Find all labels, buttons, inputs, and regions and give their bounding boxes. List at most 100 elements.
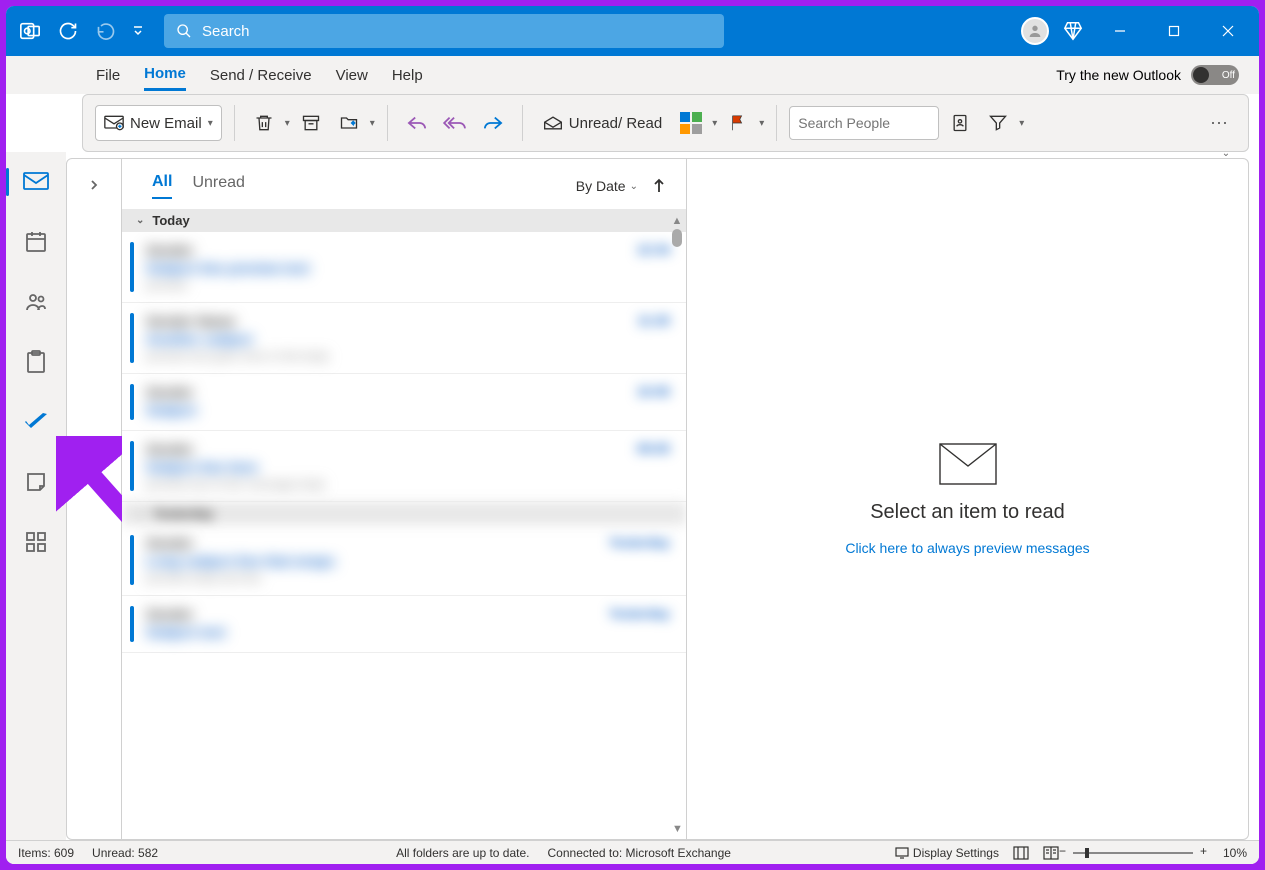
move-to-folder-icon xyxy=(339,113,359,133)
toggle-off-label: Off xyxy=(1222,70,1235,81)
sync-button[interactable] xyxy=(52,15,84,47)
address-book-icon xyxy=(950,113,970,133)
flag-dropdown[interactable]: ▾ xyxy=(759,118,764,129)
date-group-label: Today xyxy=(152,213,189,228)
menu-send-receive[interactable]: Send / Receive xyxy=(210,61,312,90)
date-group-today[interactable]: ⌄ Today xyxy=(122,209,686,232)
forward-icon xyxy=(482,114,504,132)
maximize-button[interactable] xyxy=(1151,8,1197,54)
tab-unread[interactable]: Unread xyxy=(192,174,244,198)
note-icon xyxy=(25,471,47,493)
premium-icon[interactable] xyxy=(1057,15,1089,47)
tab-all[interactable]: All xyxy=(152,173,172,199)
display-icon xyxy=(895,847,909,859)
flag-button[interactable] xyxy=(721,106,755,140)
user-avatar[interactable] xyxy=(1021,17,1049,45)
mail-item[interactable]: SenderSubject text Yesterday xyxy=(122,596,686,653)
always-preview-link[interactable]: Click here to always preview messages xyxy=(845,540,1089,556)
menu-home[interactable]: Home xyxy=(144,59,186,91)
move-button[interactable] xyxy=(332,106,366,140)
navigation-rail xyxy=(6,152,66,840)
reading-pane-empty-title: Select an item to read xyxy=(870,501,1065,524)
menu-view[interactable]: View xyxy=(336,61,368,90)
trash-icon xyxy=(254,113,274,133)
address-book-button[interactable] xyxy=(943,106,977,140)
envelope-open-icon xyxy=(543,115,563,131)
empty-envelope-icon xyxy=(939,443,997,485)
view-normal-button[interactable] xyxy=(1013,846,1029,860)
forward-button[interactable] xyxy=(476,106,510,140)
scroll-thumb[interactable] xyxy=(672,229,682,247)
mail-list-scrollbar[interactable]: ▲ ▼ xyxy=(670,215,684,835)
titlebar xyxy=(6,6,1259,56)
scroll-up-arrow[interactable]: ▲ xyxy=(670,215,684,227)
categorize-dropdown[interactable]: ▾ xyxy=(712,118,717,129)
rail-tasks[interactable] xyxy=(14,340,58,384)
menu-file[interactable]: File xyxy=(96,61,120,90)
status-sync: All folders are up to date. xyxy=(396,846,529,860)
todo-check-icon xyxy=(23,412,49,432)
rail-calendar[interactable] xyxy=(14,220,58,264)
rail-mail[interactable] xyxy=(14,160,58,204)
reply-button[interactable] xyxy=(400,106,434,140)
reply-all-icon xyxy=(443,114,467,132)
delete-dropdown[interactable]: ▾ xyxy=(285,118,290,129)
search-people-input[interactable] xyxy=(789,106,939,140)
collapse-ribbon-button[interactable]: ⌄ xyxy=(1209,136,1243,170)
outlook-window: File Home Send / Receive View Help Try t… xyxy=(6,6,1259,864)
rail-more-apps[interactable] xyxy=(14,520,58,564)
categorize-button[interactable] xyxy=(674,106,708,140)
menubar: File Home Send / Receive View Help Try t… xyxy=(6,56,1259,94)
rail-notes[interactable] xyxy=(14,460,58,504)
reading-pane: Select an item to read Click here to alw… xyxy=(687,158,1249,840)
search-input[interactable] xyxy=(202,23,712,40)
people-icon xyxy=(24,290,48,314)
unread-read-button[interactable]: Unread/ Read xyxy=(535,105,670,141)
reply-icon xyxy=(406,114,428,132)
envelope-plus-icon xyxy=(104,115,124,131)
status-unread: Unread: 582 xyxy=(92,846,158,860)
more-commands-button[interactable]: ⋯ xyxy=(1202,106,1236,140)
try-new-outlook-toggle[interactable]: Off xyxy=(1191,65,1239,85)
undo-button[interactable] xyxy=(90,15,122,47)
view-reading-button[interactable] xyxy=(1043,846,1059,860)
mail-item[interactable]: SenderLong subject line that wrapsprevie… xyxy=(122,525,686,596)
mail-item[interactable]: Sender NameAnother subjectpreview text g… xyxy=(122,303,686,374)
flag-icon xyxy=(729,114,747,132)
delete-button[interactable] xyxy=(247,106,281,140)
global-search[interactable] xyxy=(164,14,724,48)
statusbar: Items: 609 Unread: 582 All folders are u… xyxy=(6,840,1259,864)
expand-folder-pane-button[interactable] xyxy=(88,179,100,839)
qat-dropdown[interactable] xyxy=(128,15,148,47)
new-email-button[interactable]: New Email ▾ xyxy=(95,105,222,141)
rail-people[interactable] xyxy=(14,280,58,324)
display-settings-button[interactable]: Display Settings xyxy=(895,846,999,860)
archive-button[interactable] xyxy=(294,106,328,140)
reply-all-button[interactable] xyxy=(438,106,472,140)
sort-direction-button[interactable] xyxy=(652,178,666,194)
search-icon xyxy=(176,23,192,39)
move-dropdown[interactable]: ▾ xyxy=(370,118,375,129)
search-people-field[interactable] xyxy=(798,115,930,131)
rail-todo[interactable] xyxy=(14,400,58,444)
categorize-icon xyxy=(680,112,702,134)
status-items: Items: 609 xyxy=(18,846,74,860)
ribbon: New Email ▾ ▾ ▾ xyxy=(82,94,1249,152)
zoom-slider[interactable] xyxy=(1073,852,1193,854)
mail-item[interactable]: SenderSubject 10:05 xyxy=(122,374,686,431)
mail-item[interactable]: SenderSubject line herepreview text of t… xyxy=(122,431,686,502)
date-group[interactable]: ⌄Yesterday xyxy=(122,502,686,525)
chevron-right-icon xyxy=(88,179,100,191)
sort-by-date-button[interactable]: By Date ⌄ xyxy=(576,178,638,194)
filter-dropdown[interactable]: ▾ xyxy=(1019,118,1024,129)
close-button[interactable] xyxy=(1205,8,1251,54)
sort-label: By Date xyxy=(576,178,626,194)
mail-item[interactable]: SenderSubject line preview textpreview12… xyxy=(122,232,686,303)
zoom-level[interactable]: 10% xyxy=(1223,846,1247,860)
minimize-button[interactable] xyxy=(1097,8,1143,54)
scroll-down-arrow[interactable]: ▼ xyxy=(672,823,683,835)
new-email-label: New Email xyxy=(130,115,202,132)
filter-button[interactable] xyxy=(981,106,1015,140)
menu-help[interactable]: Help xyxy=(392,61,423,90)
mail-list-pane: All Unread By Date ⌄ ⌄ Today xyxy=(122,158,687,840)
